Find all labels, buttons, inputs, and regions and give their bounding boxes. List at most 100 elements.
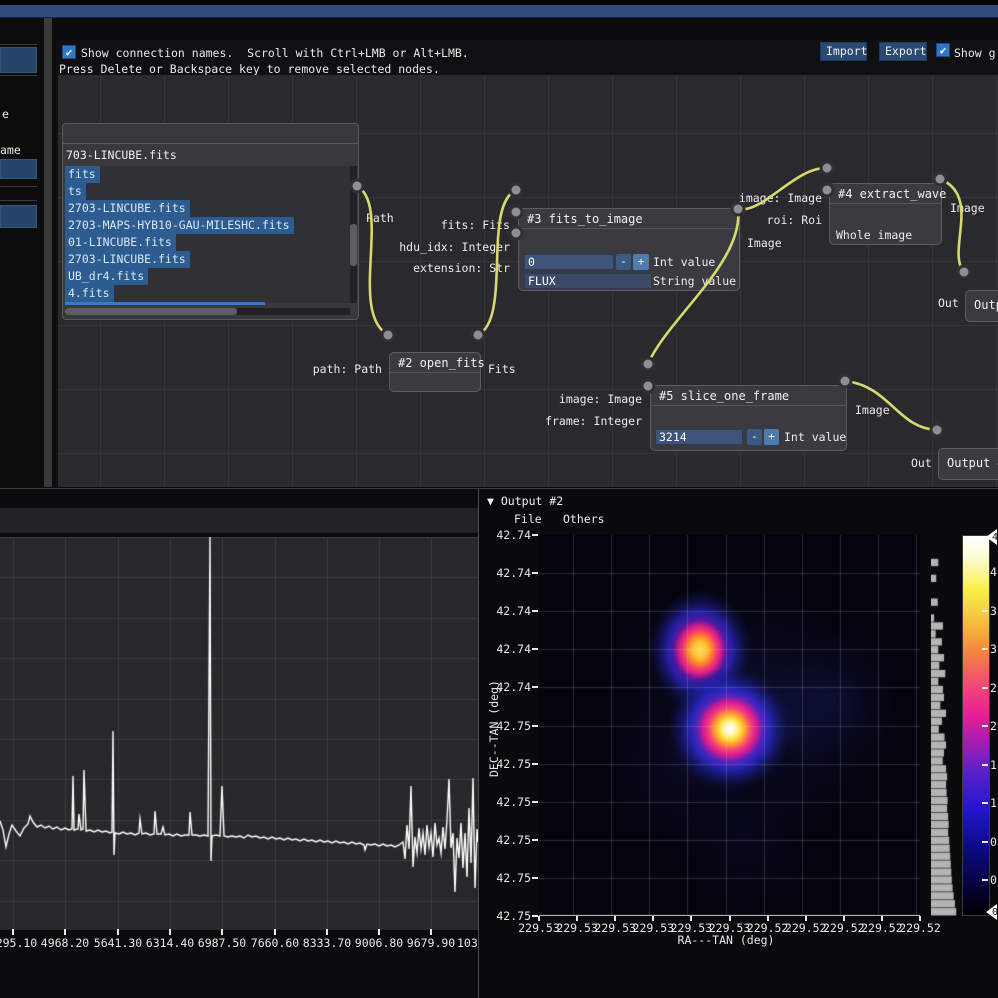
port-label-frame-in: frame: Integer <box>522 414 642 428</box>
hdu-idx-increment-button[interactable]: + <box>633 254 649 270</box>
collapse-icon[interactable]: ▼ <box>487 494 494 508</box>
file-current-value[interactable]: 703-LINCUBE.fits <box>66 148 177 162</box>
show-connection-names-checkbox[interactable]: ✔ <box>62 45 76 59</box>
file-list-accent-bar <box>65 302 265 305</box>
sidebar-divider <box>0 75 37 76</box>
port-label-image-out-5: Image <box>855 403 890 417</box>
x-tick-label: 7660.60 <box>248 936 302 950</box>
image-y-tick-mark <box>532 725 538 727</box>
image-y-tick-label: 42.75 <box>489 719 531 733</box>
file-list-item[interactable]: 2703-MAPS-HYB10-GAU-MILESHC.fits <box>65 217 294 234</box>
node-output-2-title: Output # <box>939 449 998 472</box>
frame-input[interactable]: 3214 <box>655 429 743 445</box>
output2-header[interactable]: ▼ Output #2 <box>487 494 563 508</box>
image-y-tick-mark <box>532 572 538 574</box>
image-y-tick-label: 42.75 <box>489 757 531 771</box>
hdu-idx-input[interactable]: 0 <box>524 254 614 270</box>
x-tick-mark <box>169 929 171 935</box>
editor-info-line2: Press Delete or Backspace key to remove … <box>59 62 440 76</box>
colorbar-tick-label: 4. <box>990 565 998 579</box>
vertical-divider[interactable] <box>478 489 479 998</box>
sidebar-button-3[interactable] <box>0 205 37 228</box>
file-list-item[interactable]: fits <box>65 166 100 183</box>
node-editor-panel: ✔ Show connection names. Scroll with Ctr… <box>56 40 998 487</box>
node-canvas[interactable]: 703-LINCUBE.fits fitsts2703-LINCUBE.fits… <box>58 75 998 487</box>
left-sidebar: e ame <box>0 18 43 487</box>
x-tick-mark <box>12 929 14 935</box>
spectrum-plot[interactable] <box>0 537 478 930</box>
file-list-item[interactable]: 2703-LINCUBE.fits <box>65 200 190 217</box>
node-fits-to-image[interactable]: #3 fits_to_image 0 - + Int value FLUX St… <box>518 208 740 291</box>
file-list-hscrollbar[interactable] <box>65 308 350 315</box>
sidebar-button-1[interactable] <box>0 47 37 73</box>
extension-input[interactable]: FLUX <box>524 273 652 289</box>
colorbar-tick-mark <box>982 802 988 804</box>
file-list-vscrollbar[interactable] <box>350 166 357 303</box>
hdu-idx-decrement-button[interactable]: - <box>616 254 631 270</box>
image-y-tick-label: 42.75 <box>489 833 531 847</box>
colorbar-tick-mark <box>982 764 988 766</box>
image-y-tick-mark <box>532 610 538 612</box>
file-list-item[interactable]: ts <box>65 183 86 200</box>
colorbar-tick-mark <box>982 725 988 727</box>
colorbar-tick-label: 3. <box>990 604 998 618</box>
file-list-item[interactable]: 01-LINCUBE.fits <box>65 234 176 251</box>
extract-wave-mode[interactable]: Whole image <box>836 228 912 242</box>
sidebar-scrollbar[interactable] <box>44 18 52 487</box>
show-grid-label: Show g <box>954 46 996 60</box>
frame-decrement-button[interactable]: - <box>747 429 762 445</box>
port-label-out-1: Out <box>938 296 959 310</box>
port-label-image-out-3: Image <box>747 236 782 250</box>
colorbar-tick-mark <box>982 879 988 881</box>
x-tick-mark <box>221 929 223 935</box>
file-panel-titlebar[interactable] <box>63 124 358 144</box>
frame-increment-button[interactable]: + <box>764 429 779 445</box>
x-tick-label: 9006.80 <box>352 936 406 950</box>
int-value-label-5: Int value <box>784 430 846 444</box>
node-extract-wave[interactable]: #4 extract_wave Whole image <box>829 183 942 245</box>
node-slice-one-frame-title: #5 slice_one_frame <box>651 386 846 406</box>
colorbar-tick-mark <box>982 687 988 689</box>
file-list-item[interactable]: 4.fits <box>65 285 114 302</box>
port-label-image-out-4: Image <box>950 201 985 215</box>
file-list-node[interactable]: 703-LINCUBE.fits fitsts2703-LINCUBE.fits… <box>62 123 359 320</box>
port-label-image-in-5: image: Image <box>522 392 642 406</box>
node-output-1[interactable]: Outp <box>965 290 998 322</box>
image-y-tick-label: 42.75 <box>489 795 531 809</box>
file-list[interactable]: fitsts2703-LINCUBE.fits2703-MAPS-HYB10-G… <box>65 166 350 303</box>
node-open-fits-title: #2 open_fits <box>390 353 480 373</box>
image-y-tick-mark <box>532 801 538 803</box>
node-output-1-title: Outp <box>966 291 998 314</box>
x-tick-label: 6314.40 <box>143 936 197 950</box>
menu-others[interactable]: Others <box>563 512 605 526</box>
show-grid-checkbox[interactable]: ✔ <box>936 43 950 57</box>
ra-axis-label: RA---TAN (deg) <box>641 933 811 947</box>
sidebar-button-2[interactable] <box>0 159 37 179</box>
x-tick-mark <box>326 929 328 935</box>
vscroll-thumb[interactable] <box>350 224 357 266</box>
import-button[interactable]: Import <box>820 42 867 61</box>
colorbar-tick-mark <box>982 841 988 843</box>
image-plot[interactable] <box>539 535 920 916</box>
node-output-2[interactable]: Output # <box>938 448 998 480</box>
hscroll-thumb[interactable] <box>65 308 237 315</box>
colorbar-tick-mark <box>982 571 988 573</box>
window-titlebar[interactable] <box>0 5 998 18</box>
export-button[interactable]: Export <box>879 42 927 61</box>
x-tick-mark <box>117 929 119 935</box>
node-fits-to-image-title: #3 fits_to_image <box>519 209 739 229</box>
image-y-tick-label: 42.75 <box>489 909 531 923</box>
output2-panel: ▼ Output #2 File Others DEC--TAN (deg) R… <box>481 489 998 998</box>
menu-file[interactable]: File <box>514 512 542 526</box>
spectrum-toolbar[interactable] <box>0 508 478 533</box>
x-tick-mark <box>64 929 66 935</box>
node-open-fits[interactable]: #2 open_fits <box>389 352 481 392</box>
port-label-extension-in: extension: Str <box>380 261 510 275</box>
port-label-roi-in: roi: Roi <box>722 213 822 227</box>
image-y-tick-label: 42.74 <box>489 528 531 542</box>
node-slice-one-frame[interactable]: #5 slice_one_frame 3214 - + Int value <box>650 385 847 451</box>
image-y-tick-label: 42.74 <box>489 642 531 656</box>
file-list-item[interactable]: 2703-LINCUBE.fits <box>65 251 190 268</box>
file-list-item[interactable]: UB_dr4.fits <box>65 268 148 285</box>
colorbar-tick-label: 0. <box>990 835 998 849</box>
